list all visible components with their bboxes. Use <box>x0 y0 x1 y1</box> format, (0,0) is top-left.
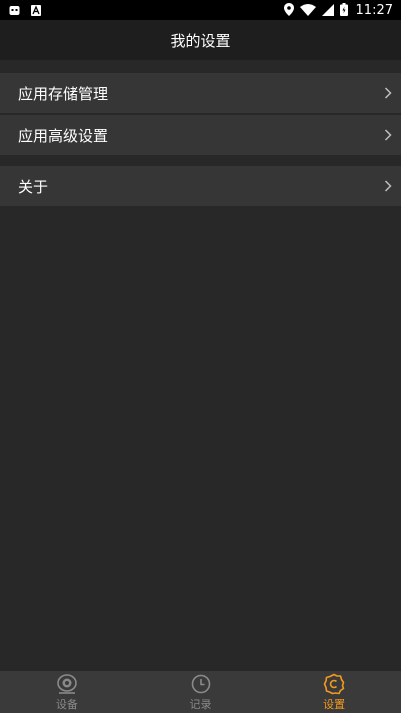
status-time: 11:27 <box>355 2 393 18</box>
chevron-right-icon <box>384 129 392 141</box>
tab-records[interactable]: 记录 <box>134 671 268 713</box>
wifi-icon <box>299 1 316 20</box>
tab-devices[interactable]: 设备 <box>0 671 134 713</box>
menu-item-advanced-label: 应用高级设置 <box>18 126 109 145</box>
location-icon <box>283 1 294 20</box>
chevron-right-icon <box>384 87 392 99</box>
page-title: 我的设置 <box>170 31 231 50</box>
camera-icon <box>56 673 78 695</box>
bottom-nav: 设备 记录 设置 <box>0 671 401 713</box>
gear-icon <box>323 673 345 695</box>
signal-icon <box>321 1 334 20</box>
header-bar: 我的设置 <box>0 20 401 60</box>
menu-item-about[interactable]: 关于 <box>0 166 401 206</box>
notification-icon <box>9 1 20 20</box>
menu-item-storage[interactable]: 应用存储管理 <box>0 73 401 113</box>
tab-records-label: 记录 <box>189 697 212 711</box>
a-app-icon <box>31 1 41 20</box>
menu-item-advanced[interactable]: 应用高级设置 <box>0 115 401 155</box>
tab-settings[interactable]: 设置 <box>267 671 401 713</box>
menu-item-about-label: 关于 <box>18 177 49 196</box>
tab-devices-label: 设备 <box>55 697 78 711</box>
clock-icon <box>191 673 211 695</box>
status-bar: 11:27 <box>0 0 401 20</box>
chevron-right-icon <box>384 180 392 192</box>
battery-icon <box>339 1 348 20</box>
tab-settings-label: 设置 <box>323 697 346 711</box>
menu-item-storage-label: 应用存储管理 <box>18 84 109 103</box>
